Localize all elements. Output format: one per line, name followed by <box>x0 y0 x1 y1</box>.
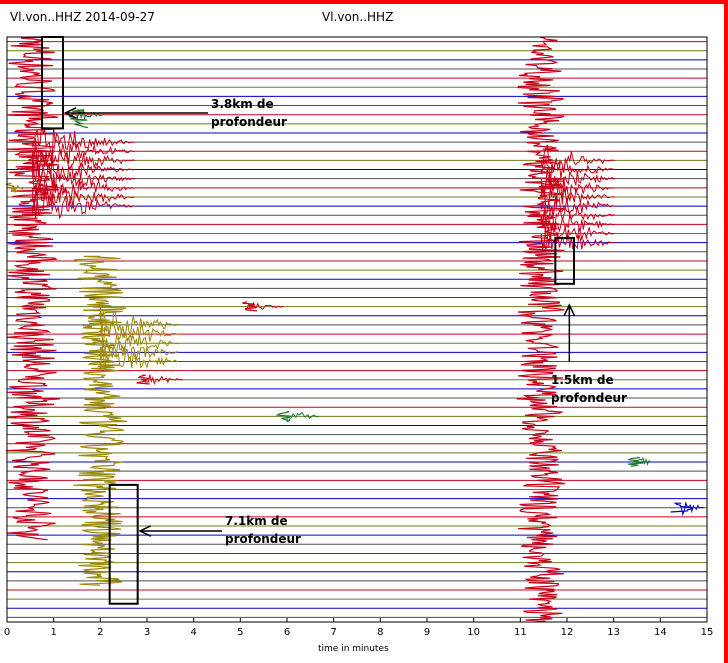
x-tick-label: 7 <box>330 627 336 638</box>
annotation-3-8km: 3.8km de profondeur <box>211 95 321 131</box>
annotation-depth-word: profondeur <box>225 532 301 546</box>
seismic-event <box>516 36 566 622</box>
annotation-depth-label: 7.1km de <box>225 514 288 528</box>
x-tick-label: 5 <box>237 627 243 638</box>
x-tick-label: 4 <box>190 627 196 638</box>
x-tick-label: 14 <box>654 627 667 638</box>
annotation-depth-label: 1.5km de <box>551 373 614 387</box>
x-tick-label: 13 <box>607 627 620 638</box>
seismic-coda <box>680 501 705 517</box>
x-tick-label: 6 <box>284 627 290 638</box>
annotation-7-1km: 7.1km de profondeur <box>225 512 335 548</box>
annotation-1-5km: 1.5km de profondeur <box>551 371 661 407</box>
annotation-depth-word: profondeur <box>551 391 627 405</box>
x-tick-label: 2 <box>97 627 103 638</box>
x-tick-label: 0 <box>4 627 10 638</box>
helicorder-plot: 0 1 2 3 4 5 6 7 8 9 10 11 12 13 14 15 <box>4 36 714 638</box>
annotation-depth-label: 3.8km de <box>211 97 274 111</box>
x-tick-label: 10 <box>467 627 480 638</box>
x-axis-label: time in minutes <box>318 644 389 654</box>
x-tick-label: 15 <box>701 627 714 638</box>
annotation-depth-word: profondeur <box>211 115 287 129</box>
x-tick-label: 3 <box>144 627 150 638</box>
seismic-coda <box>32 148 135 178</box>
x-tick-label: 12 <box>561 627 574 638</box>
x-tick-label: 9 <box>424 627 430 638</box>
seismic-coda <box>286 411 319 423</box>
x-tick-label: 8 <box>377 627 383 638</box>
x-tick-label: 11 <box>514 627 527 638</box>
x-tick-label: 1 <box>50 627 56 638</box>
